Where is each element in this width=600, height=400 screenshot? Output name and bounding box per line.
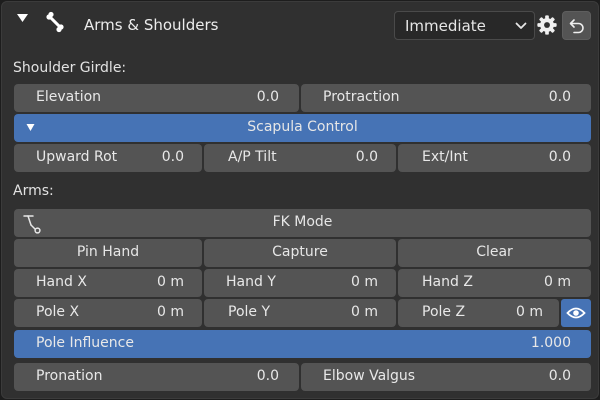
hand-actions-row: Pin Hand Capture Clear bbox=[14, 239, 591, 267]
pronation-label: Pronation bbox=[36, 368, 103, 384]
fk-mode-label: FK Mode bbox=[272, 214, 333, 230]
pole-x-field[interactable]: Pole X 0 m bbox=[14, 299, 202, 327]
hand-z-value: 0 m bbox=[544, 274, 571, 290]
pole-influence-row: Pole Influence 1.000 bbox=[14, 330, 591, 358]
capture-label: Capture bbox=[272, 244, 328, 260]
shoulder-girdle-label: Shoulder Girdle: bbox=[13, 60, 127, 76]
mode-dropdown[interactable]: Immediate bbox=[394, 11, 535, 40]
mode-dropdown-value: Immediate bbox=[405, 17, 486, 35]
ext-int-value: 0.0 bbox=[548, 149, 571, 165]
hand-x-field[interactable]: Hand X 0 m bbox=[14, 269, 202, 297]
elevation-label: Elevation bbox=[36, 89, 102, 105]
hand-y-label: Hand Y bbox=[226, 274, 276, 290]
ap-tilt-field[interactable]: A/P Tilt 0.0 bbox=[204, 144, 396, 172]
clear-label: Clear bbox=[476, 244, 513, 260]
pin-hand-label: Pin Hand bbox=[76, 244, 140, 260]
pole-y-value: 0 m bbox=[351, 304, 378, 320]
bone-icon bbox=[46, 11, 64, 33]
pole-influence-label: Pole Influence bbox=[36, 335, 134, 351]
pole-z-field[interactable]: Pole Z 0 m bbox=[398, 299, 559, 327]
pole-y-label: Pole Y bbox=[228, 304, 271, 320]
pole-position-row: Pole X 0 m Pole Y 0 m Pole Z 0 m bbox=[14, 299, 591, 327]
hand-z-label: Hand Z bbox=[422, 274, 473, 290]
pronation-field[interactable]: Pronation 0.0 bbox=[14, 363, 299, 391]
clear-button[interactable]: Clear bbox=[398, 239, 591, 267]
pronation-valgus-row: Pronation 0.0 Elbow Valgus 0.0 bbox=[14, 363, 591, 391]
ext-int-label: Ext/Int bbox=[422, 149, 468, 165]
elevation-field[interactable]: Elevation 0.0 bbox=[14, 84, 299, 112]
capture-button[interactable]: Capture bbox=[204, 239, 396, 267]
arms-shoulders-panel: Arms & Shoulders Immediate Shoulder Gird… bbox=[1, 1, 599, 399]
ap-tilt-value: 0.0 bbox=[355, 149, 378, 165]
hand-x-value: 0 m bbox=[157, 274, 184, 290]
gear-icon[interactable] bbox=[536, 13, 558, 37]
ext-int-field[interactable]: Ext/Int 0.0 bbox=[398, 144, 591, 172]
pole-z-label: Pole Z bbox=[422, 304, 466, 320]
pronation-value: 0.0 bbox=[256, 368, 279, 384]
protraction-label: Protraction bbox=[323, 89, 400, 105]
elevation-value: 0.0 bbox=[256, 89, 279, 105]
hand-x-label: Hand X bbox=[36, 274, 87, 290]
hand-position-row: Hand X 0 m Hand Y 0 m Hand Z 0 m bbox=[14, 269, 591, 297]
collapse-triangle-icon[interactable] bbox=[14, 10, 30, 26]
pole-influence-value: 1.000 bbox=[530, 335, 571, 351]
pole-visibility-toggle[interactable] bbox=[561, 299, 591, 327]
pole-z-value: 0 m bbox=[516, 304, 543, 320]
pole-influence-slider[interactable]: Pole Influence 1.000 bbox=[14, 330, 591, 358]
elbow-valgus-field[interactable]: Elbow Valgus 0.0 bbox=[301, 363, 591, 391]
hand-y-value: 0 m bbox=[351, 274, 378, 290]
ap-tilt-label: A/P Tilt bbox=[228, 149, 277, 165]
chevron-down-icon bbox=[515, 22, 527, 29]
undo-icon bbox=[569, 19, 584, 34]
scapula-control-label: Scapula Control bbox=[247, 119, 358, 135]
upward-rot-field[interactable]: Upward Rot 0.0 bbox=[14, 144, 202, 172]
upward-rot-label: Upward Rot bbox=[36, 149, 118, 165]
reset-button[interactable] bbox=[562, 11, 591, 40]
panel-title: Arms & Shoulders bbox=[84, 16, 219, 34]
fk-mode-row: FK Mode bbox=[14, 209, 591, 237]
elbow-valgus-label: Elbow Valgus bbox=[323, 368, 416, 384]
scapula-control-row: Scapula Control bbox=[14, 114, 591, 142]
pole-x-label: Pole X bbox=[36, 304, 80, 320]
pole-y-field[interactable]: Pole Y 0 m bbox=[204, 299, 396, 327]
upward-rot-value: 0.0 bbox=[161, 149, 184, 165]
protraction-value: 0.0 bbox=[548, 89, 571, 105]
elbow-valgus-value: 0.0 bbox=[548, 368, 571, 384]
elevation-protraction-row: Elevation 0.0 Protraction 0.0 bbox=[14, 84, 591, 112]
fk-mode-button[interactable]: FK Mode bbox=[14, 209, 591, 237]
pole-x-value: 0 m bbox=[157, 304, 184, 320]
arms-label: Arms: bbox=[13, 183, 54, 199]
hand-y-field[interactable]: Hand Y 0 m bbox=[204, 269, 396, 297]
scapula-control-toggle[interactable]: Scapula Control bbox=[14, 114, 591, 142]
protraction-field[interactable]: Protraction 0.0 bbox=[301, 84, 591, 112]
hand-z-field[interactable]: Hand Z 0 m bbox=[398, 269, 591, 297]
eye-icon bbox=[566, 307, 586, 319]
scapula-values-row: Upward Rot 0.0 A/P Tilt 0.0 Ext/Int 0.0 bbox=[14, 144, 591, 172]
pin-hand-button[interactable]: Pin Hand bbox=[14, 239, 202, 267]
